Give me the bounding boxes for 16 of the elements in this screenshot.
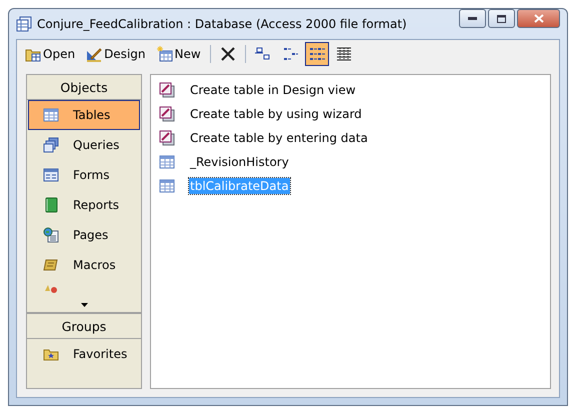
object-type-item[interactable]: Macros — [28, 250, 140, 280]
toolbar-button[interactable]: New — [152, 42, 205, 66]
object-type-item[interactable]: Forms — [28, 160, 140, 190]
toolbar-button[interactable]: Design — [82, 42, 150, 66]
list-item[interactable]: Create table by using wizard — [189, 106, 363, 122]
window-title: Conjure_FeedCalibration : Database (Access 2000 file format) — [37, 17, 408, 31]
list-item[interactable]: Create table in Design view — [189, 82, 357, 98]
object-type-item[interactable]: Queries — [28, 130, 140, 160]
groups-header[interactable]: Groups — [27, 312, 141, 339]
group-item[interactable]: Favorites — [28, 339, 140, 369]
object-type-item[interactable]: Tables — [28, 100, 140, 130]
toolbar-button[interactable]: Open — [21, 42, 80, 66]
object-type-item[interactable]: Pages — [28, 220, 140, 250]
list-item[interactable]: Create table by entering data — [189, 130, 369, 146]
object-type-item[interactable]: Reports — [28, 190, 140, 220]
list-item[interactable]: _RevisionHistory — [189, 154, 290, 170]
